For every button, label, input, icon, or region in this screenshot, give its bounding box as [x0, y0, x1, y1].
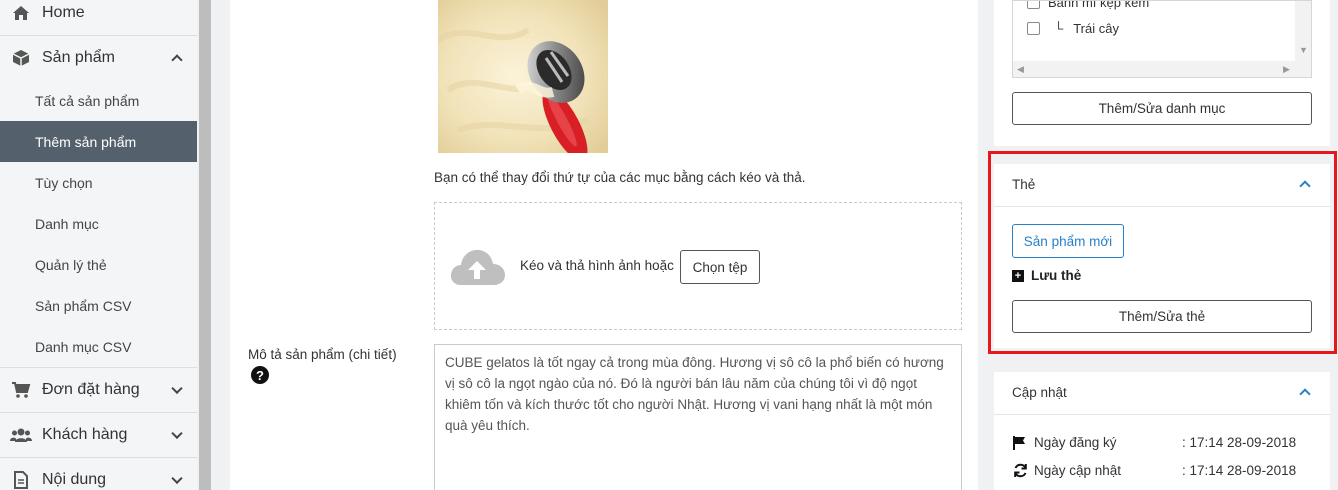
sidebar-item-label: Khách hàng: [42, 425, 128, 443]
sidebar-item-products[interactable]: Sản phẩm: [0, 35, 197, 80]
image-dropzone[interactable]: Kéo và thả hình ảnh hoặc Chọn tệp: [434, 202, 962, 330]
description-label: Mô tả sản phẩm (chi tiết): [248, 347, 397, 362]
category-list[interactable]: Bánh mì kẹp kem └ Trái cây ▼ ◀ ▶: [1012, 0, 1312, 78]
sidebar-item-content[interactable]: Nội dung: [0, 457, 197, 490]
sidebar-subitem-product-csv[interactable]: Sản phẩm CSV: [0, 285, 197, 326]
product-image[interactable]: [438, 0, 608, 153]
sidebar-item-home[interactable]: Home: [0, 0, 197, 35]
chevron-down-icon: [171, 472, 183, 484]
registered-date-row: Ngày đăng ký: [1012, 435, 1117, 450]
updated-label: Ngày cập nhật: [1034, 463, 1122, 478]
flag-icon: [1012, 435, 1028, 450]
scroll-down-icon[interactable]: ▼: [1299, 45, 1308, 55]
choose-file-button[interactable]: Chọn tệp: [680, 250, 760, 284]
description-textarea[interactable]: CUBE gelatos là tốt ngay cả trong mùa đô…: [434, 344, 962, 490]
chevron-down-icon: [171, 382, 183, 394]
scroll-left-icon[interactable]: ◀: [1017, 64, 1024, 75]
sidebar-subitem-category-csv[interactable]: Danh mục CSV: [0, 326, 197, 367]
registered-value: : 17:14 28-09-2018: [1182, 435, 1297, 450]
update-title: Cập nhật: [1012, 385, 1067, 400]
sidebar-item-label: Tùy chọn: [35, 174, 93, 191]
sidebar-item-label: Nội dung: [42, 470, 107, 488]
updated-value: : 17:14 28-09-2018: [1182, 463, 1297, 478]
sidebar-subitem-tag-management[interactable]: Quản lý thẻ: [0, 244, 197, 285]
reorder-hint: Bạn có thể thay đổi thứ tự của các mục b…: [434, 170, 806, 185]
sidebar-item-label: Quản lý thẻ: [35, 256, 107, 273]
drop-text: Kéo và thả hình ảnh hoặc: [520, 258, 674, 273]
cart-icon: [10, 381, 32, 399]
tree-branch: └: [1054, 21, 1064, 36]
sidebar-item-label: Tất cả sản phẩm: [35, 92, 140, 109]
divider: [994, 414, 1330, 415]
edit-categories-button[interactable]: Thêm/Sửa danh mục: [1012, 92, 1312, 125]
scroll-right-icon[interactable]: ▶: [1283, 64, 1290, 75]
highlight-box: [988, 151, 1337, 354]
scrollbar-thumb[interactable]: [199, 0, 211, 490]
chevron-down-icon: [171, 427, 183, 439]
sidebar-item-label: Sản phẩm: [42, 48, 115, 66]
sidebar-subitem-all-products[interactable]: Tất cả sản phẩm: [0, 80, 197, 121]
category-label: Bánh mì kẹp kem: [1048, 0, 1150, 10]
box-icon: [10, 49, 32, 67]
question-icon[interactable]: ?: [251, 366, 269, 384]
sidebar-item-label: Danh mục CSV: [35, 338, 132, 355]
registered-label: Ngày đăng ký: [1034, 435, 1117, 450]
sidebar-item-label: Home: [42, 3, 85, 21]
users-icon: [10, 426, 32, 444]
checkbox[interactable]: [1027, 22, 1040, 35]
sidebar-subitem-options[interactable]: Tùy chọn: [0, 162, 197, 203]
category-item[interactable]: Bánh mì kẹp kem: [1027, 0, 1150, 10]
category-item[interactable]: └ Trái cây: [1027, 21, 1119, 36]
sidebar-item-label: Sản phẩm CSV: [35, 297, 132, 314]
updated-date-row: Ngày cập nhật: [1012, 463, 1121, 478]
cloud-upload-icon: [449, 247, 505, 290]
refresh-icon: [1012, 463, 1028, 478]
file-icon: [10, 470, 32, 489]
category-label: Trái cây: [1073, 21, 1119, 36]
sidebar-item-label: Danh mục: [35, 215, 99, 232]
sidebar: Home Sản phẩm Tất cả sản phẩm Thêm sản p…: [0, 0, 197, 490]
home-icon: [10, 4, 32, 22]
sidebar-item-orders[interactable]: Đơn đặt hàng: [0, 367, 197, 412]
checkbox[interactable]: [1027, 1, 1040, 9]
sidebar-item-label: Thêm sản phẩm: [35, 133, 137, 150]
sidebar-item-label: Đơn đặt hàng: [42, 380, 140, 398]
sidebar-item-customers[interactable]: Khách hàng: [0, 412, 197, 457]
sidebar-scrollbar[interactable]: [199, 0, 211, 490]
sidebar-subitem-add-product[interactable]: Thêm sản phẩm: [0, 121, 197, 162]
sidebar-subitem-categories[interactable]: Danh mục: [0, 203, 197, 244]
horizontal-scrollbar[interactable]: ◀ ▶: [1013, 61, 1311, 77]
vertical-scrollbar[interactable]: ▼: [1295, 1, 1311, 61]
chevron-up-icon: [171, 53, 183, 66]
